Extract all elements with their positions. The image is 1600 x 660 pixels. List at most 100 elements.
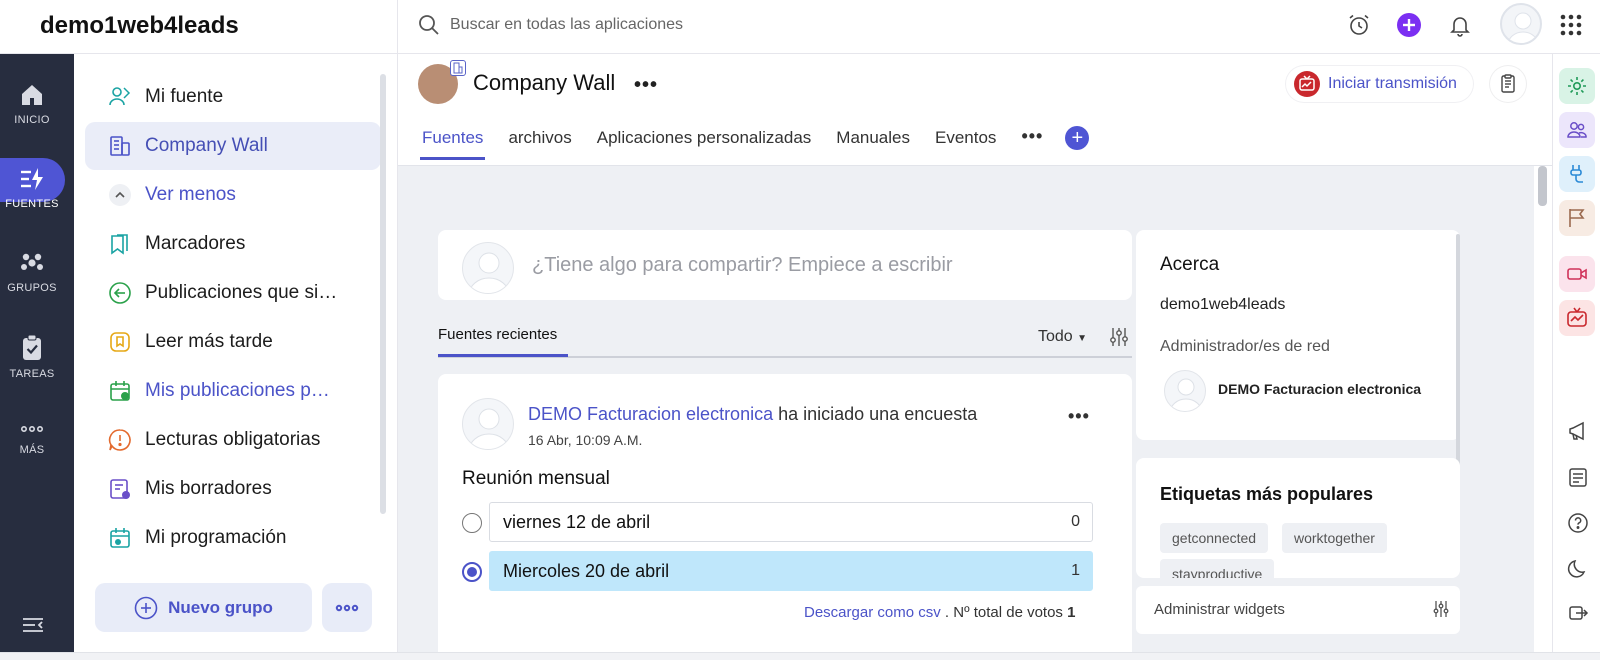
logout-icon[interactable]: [1565, 600, 1591, 626]
poll-option-label: Miercoles 20 de abril: [503, 561, 670, 581]
megaphone-icon[interactable]: [1565, 418, 1591, 444]
start-broadcast-label: Iniciar transmisión: [1328, 75, 1457, 92]
feed-filter-select[interactable]: Todo ▼: [1038, 328, 1087, 346]
composer-avatar: [462, 242, 514, 294]
brand-name[interactable]: demo1web4leads: [40, 12, 239, 40]
flag-app-button[interactable]: [1559, 200, 1595, 236]
recent-feeds-tab[interactable]: Fuentes recientes: [438, 326, 557, 354]
help-icon[interactable]: [1565, 510, 1591, 536]
page-title: Company Wall: [473, 70, 616, 95]
admin-avatar[interactable]: [1164, 370, 1206, 412]
search-icon: [419, 15, 439, 35]
nav-item-mi-programacion[interactable]: Mi programación: [85, 514, 381, 562]
nav-item-mis-borradores[interactable]: Mis borradores: [85, 465, 381, 513]
rail-item-inicio[interactable]: INICIO: [0, 82, 64, 146]
alarm-clock-icon[interactable]: [1344, 10, 1374, 40]
people-app-button[interactable]: [1559, 112, 1595, 148]
poll-option-box[interactable]: Miercoles 20 de abril 1: [489, 551, 1093, 591]
tab-aplicaciones-personalizadas[interactable]: Aplicaciones personalizadas: [597, 128, 812, 160]
rail-item-grupos[interactable]: GRUPOS: [0, 250, 64, 314]
network-name: demo1web4leads: [1160, 296, 1286, 313]
nav-item-mi-fuente[interactable]: Mi fuente: [85, 73, 381, 121]
nav-item-ver-menos[interactable]: Ver menos: [85, 171, 381, 219]
read-later-icon: [107, 329, 133, 355]
feeds-icon: [21, 168, 43, 190]
total-votes-label: Nº total de votos: [953, 604, 1063, 621]
top-bar: demo1web4leads: [0, 0, 1600, 54]
tag-chip[interactable]: getconnected: [1160, 523, 1269, 553]
new-group-label: Nuevo grupo: [168, 597, 273, 617]
poll-option-count: 1: [1071, 562, 1080, 579]
apps-grid-icon[interactable]: [1556, 10, 1586, 40]
nav-item-label: Ver menos: [145, 184, 236, 205]
tab-eventos[interactable]: Eventos: [935, 128, 996, 160]
nav-item-label: Company Wall: [145, 135, 268, 156]
admins-label: Administrador/es de red: [1160, 338, 1330, 355]
title-more-icon[interactable]: •••: [634, 74, 658, 97]
rail-item-fuentes[interactable]: FUENTES: [0, 166, 64, 230]
post-more-icon[interactable]: •••: [1068, 406, 1090, 427]
video-app-button[interactable]: [1559, 256, 1595, 292]
add-icon[interactable]: [1394, 10, 1424, 40]
new-group-button[interactable]: Nuevo grupo: [95, 583, 312, 632]
more-horizontal-icon: [20, 426, 43, 433]
nav-item-marcadores[interactable]: Marcadores: [85, 220, 381, 268]
nav-item-label: Mis publicaciones p…: [145, 380, 330, 401]
nav-more-button[interactable]: [322, 583, 372, 632]
feed-scrollbar[interactable]: [1538, 166, 1547, 206]
rail-label: INICIO: [14, 114, 50, 126]
start-broadcast-button[interactable]: Iniciar transmisión: [1286, 66, 1473, 102]
total-votes-value: 1: [1067, 604, 1076, 621]
manage-widgets-bar[interactable]: Administrar widgets: [1136, 586, 1460, 634]
nav-item-label: Leer más tarde: [145, 331, 273, 352]
dark-mode-icon[interactable]: [1565, 556, 1591, 582]
integrations-app-button[interactable]: [1559, 156, 1595, 192]
more-horizontal-icon: [335, 604, 359, 611]
about-widget: Acerca demo1web4leads Administrador/es d…: [1136, 230, 1460, 554]
bell-icon[interactable]: [1445, 10, 1475, 40]
settings-app-button[interactable]: [1559, 68, 1595, 104]
collapse-menu-icon[interactable]: [20, 612, 46, 638]
plus-circle-icon: [134, 596, 158, 619]
tag-chip[interactable]: worktogether: [1282, 523, 1387, 553]
poll-option[interactable]: Miercoles 20 de abril 1: [462, 551, 1094, 593]
poll-option[interactable]: viernes 12 de abril 0: [462, 502, 1094, 544]
plug-icon: [1570, 165, 1583, 183]
post-timestamp: 16 Abr, 10:09 A.M.: [528, 432, 643, 448]
composer-placeholder[interactable]: ¿Tiene algo para compartir? Empiece a es…: [532, 254, 953, 277]
nav-item-publicaciones-que-sigo[interactable]: Publicaciones que si…: [85, 269, 381, 317]
sliders-icon[interactable]: [1432, 600, 1450, 618]
tab-manuales[interactable]: Manuales: [836, 128, 910, 160]
followed-posts-icon: [107, 280, 133, 306]
poll-option-count: 0: [1071, 513, 1080, 530]
tag-chip[interactable]: stayproductive: [1160, 559, 1275, 578]
nav-item-lecturas-obligatorias[interactable]: Lecturas obligatorias: [85, 416, 381, 464]
rail-item-mas[interactable]: MÁS: [0, 420, 64, 484]
live-app-button[interactable]: [1559, 300, 1595, 336]
nav-item-mis-publicaciones-programadas[interactable]: Mis publicaciones p…: [85, 367, 381, 415]
nav-item-leer-mas-tarde[interactable]: Leer más tarde: [85, 318, 381, 366]
poll-radio-selected[interactable]: [462, 562, 482, 582]
add-tab-icon[interactable]: +: [1065, 126, 1090, 150]
caret-down-icon: ▼: [1077, 333, 1088, 344]
download-csv-link[interactable]: Descargar como csv: [804, 604, 941, 621]
admin-name[interactable]: DEMO Facturacion electronica: [1218, 381, 1421, 397]
sliders-icon[interactable]: [1108, 326, 1130, 348]
document-button[interactable]: [1490, 66, 1526, 102]
author-link[interactable]: DEMO Facturacion electronica: [528, 404, 773, 424]
poll-option-box[interactable]: viernes 12 de abril 0: [489, 502, 1093, 542]
post-composer[interactable]: ¿Tiene algo para compartir? Empiece a es…: [438, 230, 1132, 300]
nav-scrollbar[interactable]: [380, 74, 386, 514]
tabs-more-icon[interactable]: •••: [1021, 126, 1043, 147]
newspaper-icon[interactable]: [1565, 464, 1591, 490]
search-input[interactable]: [450, 12, 950, 38]
rail-item-tareas[interactable]: TAREAS: [0, 334, 64, 398]
poll-radio[interactable]: [462, 513, 482, 533]
apps-rail: [1552, 54, 1600, 652]
nav-item-company-wall[interactable]: Company Wall: [85, 122, 381, 170]
rail-label: TAREAS: [9, 368, 55, 380]
author-avatar[interactable]: [462, 398, 514, 450]
user-avatar[interactable]: [1500, 3, 1542, 45]
tab-archivos[interactable]: archivos: [508, 128, 571, 160]
tab-fuentes[interactable]: Fuentes: [419, 128, 486, 160]
